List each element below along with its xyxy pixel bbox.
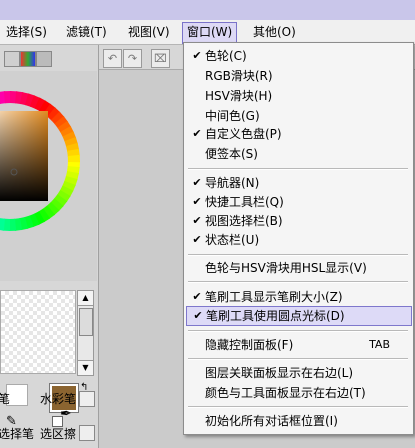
tab-palette[interactable] [36,51,52,67]
menu-item-label: HSV滑块(H) [205,89,273,103]
menu-filter[interactable]: 滤镜(T) [62,22,111,42]
menu-item-label: 颜色与工具面板显示在右边(T) [205,386,366,400]
menu-item-label: 自定义色盘(P) [205,127,282,141]
color-wheel[interactable] [0,71,97,281]
menu-item-intermediate-color[interactable]: 中间色(G) [186,106,410,126]
scroll-up-arrow-icon[interactable]: ▲ [78,291,93,306]
tool-pen-label[interactable]: 笔 [0,390,10,407]
menu-item-color-wheel[interactable]: ✔ 色轮(C) [186,46,410,66]
menu-item-hsl-display[interactable]: 色轮与HSV滑块用HSL显示(V) [186,258,410,278]
shortcut-label: TAB [369,338,390,351]
tool-select-eraser-label[interactable]: 选区擦 [40,425,76,442]
tab-color-wheel[interactable] [4,51,20,67]
menu-separator-highlight [188,331,408,332]
menu-item-rgb-sliders[interactable]: RGB滑块(R) [186,66,410,86]
checkmark-icon: ✔ [193,309,203,322]
scratch-pad[interactable] [0,290,76,374]
menu-item-label: 色轮与HSV滑块用HSL显示(V) [205,261,367,275]
checkmark-icon: ✔ [192,127,202,140]
menu-item-label: 便签本(S) [205,147,258,161]
color-wheel-panel [0,71,97,281]
checkmark-icon: ✔ [192,195,202,208]
menu-separator-highlight [188,407,408,408]
menu-item-show-brush-size[interactable]: ✔ 笔刷工具显示笔刷大小(Z) [186,287,410,307]
menu-item-label: 初始化所有对话框位置(I) [205,414,338,428]
menu-separator-highlight [188,282,408,283]
menu-item-status-bar[interactable]: ✔ 状态栏(U) [186,230,410,250]
checkmark-icon: ✔ [192,290,202,303]
menu-item-reset-dialogs[interactable]: 初始化所有对话框位置(I) [186,411,410,431]
watercolor-brush-icon[interactable]: ✒ [60,406,72,422]
tool-select-pen-label[interactable]: 选择笔 [0,425,34,442]
menu-item-label: 隐藏控制面板(F) [205,338,294,352]
scroll-thumb[interactable] [79,308,93,336]
menu-item-label: 视图选择栏(B) [205,214,283,228]
menu-separator-highlight [188,359,408,360]
title-bar [0,0,415,20]
scroll-down-arrow-icon[interactable]: ▼ [78,360,93,375]
tool-watercolor-label[interactable]: 水彩笔 [40,390,76,407]
menu-item-label: 状态栏(U) [205,233,260,247]
menu-item-label: RGB滑块(R) [205,69,273,83]
menu-window[interactable]: 窗口(W) [182,22,238,44]
menu-item-hide-panels[interactable]: 隐藏控制面板(F) TAB [186,335,410,355]
menu-item-view-selector[interactable]: ✔ 视图选择栏(B) [186,211,410,231]
deselect-icon[interactable]: ⌧ [151,49,170,68]
menu-item-label: 导航器(N) [205,176,260,190]
scratch-pad-scrollbar[interactable]: ▲ ▼ [77,290,94,376]
menu-item-color-tool-panel-right[interactable]: 颜色与工具面板显示在右边(T) [186,383,410,403]
checkmark-icon: ✔ [192,176,202,189]
undo-icon[interactable]: ↶ [103,49,122,68]
menu-item-layer-panel-right[interactable]: 图层关联面板显示在右边(L) [186,363,410,383]
left-panel: ▲ ▼ ↰ ✎ 笔 水彩笔 ✒ 选择笔 选区擦 [0,45,99,448]
menu-item-dot-cursor[interactable]: ✔ 笔刷工具使用圆点光标(D) [186,306,412,326]
menu-item-label: 笔刷工具使用圆点光标(D) [206,309,345,323]
menu-item-label: 图层关联面板显示在右边(L) [205,366,354,380]
checkmark-icon: ✔ [192,214,202,227]
checkmark-icon: ✔ [192,233,202,246]
color-panel-tabs [0,51,54,67]
checkmark-icon: ✔ [192,49,202,62]
menu-item-label: 快捷工具栏(Q) [205,195,284,209]
menu-item-custom-palette[interactable]: ✔ 自定义色盘(P) [186,124,410,144]
menu-select[interactable]: 选择(S) [2,22,51,42]
menu-view[interactable]: 视图(V) [124,22,174,42]
menu-separator-highlight [188,255,408,256]
tool-scroll-up-icon[interactable] [79,391,95,407]
menu-item-quick-toolbar[interactable]: ✔ 快捷工具栏(Q) [186,192,410,212]
menu-item-label: 色轮(C) [205,49,247,63]
menu-item-hsv-sliders[interactable]: HSV滑块(H) [186,86,410,106]
menu-other[interactable]: 其他(O) [249,22,300,42]
menu-item-label: 中间色(G) [205,109,260,123]
tab-sliders[interactable] [20,51,36,67]
tool-scroll-down-icon[interactable] [79,425,95,441]
window-menu: ✔ 色轮(C) RGB滑块(R) HSV滑块(H) 中间色(G) ✔ 自定义色盘(P… [183,42,414,435]
menu-separator-highlight [188,169,408,170]
menu-item-scratch-pad[interactable]: 便签本(S) [186,144,410,164]
menu-item-label: 笔刷工具显示笔刷大小(Z) [205,290,343,304]
redo-icon[interactable]: ↷ [123,49,142,68]
menu-item-navigator[interactable]: ✔ 导航器(N) [186,173,410,193]
